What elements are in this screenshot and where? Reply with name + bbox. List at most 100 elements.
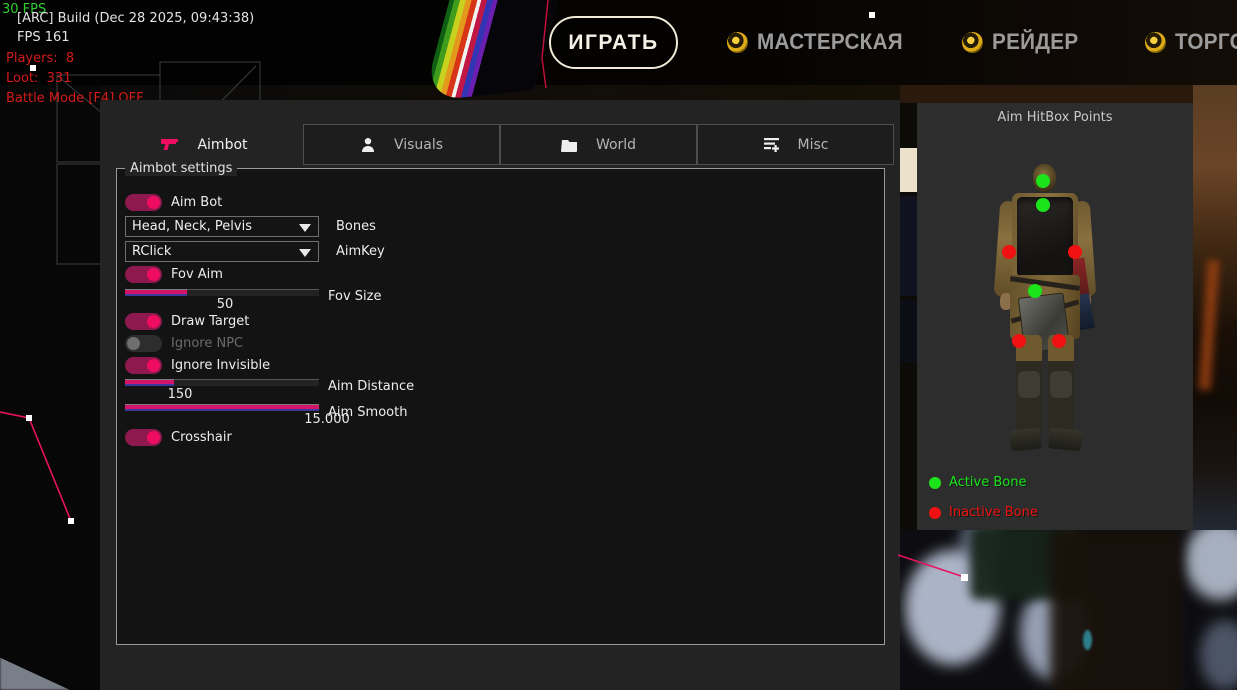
fov-size-value: 50 (217, 297, 234, 312)
aim-distance-row: 150 Aim Distance (125, 379, 319, 386)
legend-active-bone: Active Bone (929, 475, 1026, 490)
bone-dot-head[interactable] (1036, 174, 1050, 188)
person-icon (360, 137, 376, 153)
bone-dot-neck[interactable] (1036, 198, 1050, 212)
bone-dot-right-arm[interactable] (1068, 245, 1082, 259)
slider-fill (125, 404, 319, 411)
sliders-plus-icon (763, 137, 780, 152)
bones-dropdown-value: Head, Neck, Pelvis (132, 219, 252, 234)
bone-dot-left-arm[interactable] (1002, 245, 1016, 259)
game-world-window (900, 300, 917, 362)
game-world-window (900, 196, 917, 296)
crosshair-toggle[interactable] (125, 429, 162, 446)
toggle-knob (147, 359, 160, 372)
legend-label: Inactive Bone (949, 505, 1038, 520)
tab-aimbot[interactable]: Aimbot (106, 124, 303, 165)
tab-visuals[interactable]: Visuals (303, 124, 500, 165)
dark-structure (1050, 530, 1180, 690)
red-dot-icon (929, 507, 941, 519)
game-screen: { "hud": { "fps_overlay": "30 FPS", "bui… (0, 0, 1237, 690)
menu-item-trader[interactable]: ТОРГО (1145, 29, 1237, 55)
coin-icon (962, 32, 983, 53)
light-blob (1200, 620, 1237, 690)
fov-size-slider[interactable] (125, 289, 319, 296)
bones-dropdown[interactable]: Head, Neck, Pelvis (125, 216, 319, 237)
model-left-boot (1009, 427, 1042, 451)
aimkey-label: AimKey (336, 244, 385, 259)
aim-smooth-label: Aim Smooth (328, 405, 407, 420)
toggle-knob (127, 337, 140, 350)
model-left-kneepad (1018, 371, 1040, 398)
toggle-knob (147, 196, 160, 209)
menu-item-label: ТОРГО (1175, 29, 1237, 55)
crosshair-row: Crosshair (125, 429, 162, 446)
crosshair-label: Crosshair (171, 430, 232, 445)
legend-inactive-bone: Inactive Bone (929, 505, 1038, 520)
aimkey-row: RClick AimKey (125, 241, 319, 262)
fps-counter: FPS 161 (17, 31, 70, 44)
draw-target-toggle[interactable] (125, 313, 162, 330)
ignore-invisible-row: Ignore Invisible (125, 357, 162, 374)
green-dot-icon (929, 477, 941, 489)
model-right-kneepad (1050, 371, 1072, 398)
coin-icon (727, 32, 748, 53)
menu-item-label: РЕЙДЕР (992, 29, 1078, 55)
cyan-item (1083, 630, 1092, 650)
legend-label: Active Bone (949, 475, 1026, 490)
tab-misc[interactable]: Misc (697, 124, 894, 165)
fov-aim-label: Fov Aim (171, 267, 223, 282)
bone-dot-pelvis[interactable] (1028, 284, 1042, 298)
fov-aim-toggle[interactable] (125, 266, 162, 283)
build-info: [ARC] Build (Dec 28 2025, 09:43:38) (17, 12, 254, 25)
aimkey-dropdown-value: RClick (132, 244, 171, 259)
light-blob (1185, 530, 1237, 600)
bone-dot-right-knee[interactable] (1052, 334, 1066, 348)
players-counter: Players: 8 (6, 52, 74, 65)
chevron-down-icon (299, 249, 311, 257)
draw-target-row: Draw Target (125, 313, 162, 330)
aimkey-dropdown[interactable]: RClick (125, 241, 319, 262)
aim-distance-slider[interactable] (125, 379, 319, 386)
bone-dot-left-knee[interactable] (1012, 334, 1026, 348)
bones-label: Bones (336, 219, 376, 234)
fov-size-row: 50 Fov Size (125, 289, 319, 296)
ignore-invisible-label: Ignore Invisible (171, 358, 270, 373)
play-button[interactable]: ИГРАТЬ (549, 16, 678, 69)
game-world-bottom (900, 530, 1237, 690)
slider-fill (125, 379, 174, 386)
game-world-strip-right (900, 85, 1237, 103)
bones-row: Head, Neck, Pelvis Bones (125, 216, 319, 237)
ignore-npc-toggle[interactable] (125, 335, 162, 352)
cheat-menu-panel: Aimbot Visuals World Misc Aimbot setting… (100, 100, 900, 690)
fov-aim-row: Fov Aim (125, 266, 162, 283)
draw-target-label: Draw Target (171, 314, 249, 329)
ignore-npc-row: Ignore NPC (125, 335, 162, 352)
ignore-invisible-toggle[interactable] (125, 357, 162, 374)
game-world-left (0, 85, 100, 690)
aimbot-settings-group: Aimbot settings Aim Bot Head, Neck, Pelv… (116, 168, 885, 645)
toggle-knob (147, 431, 160, 444)
chevron-down-icon (299, 224, 311, 232)
menu-item-label: МАСТЕРСКАЯ (757, 29, 903, 55)
coin-icon (1145, 32, 1166, 53)
toggle-knob (147, 315, 160, 328)
group-title: Aimbot settings (125, 161, 237, 176)
aim-smooth-slider[interactable] (125, 404, 319, 411)
aim-distance-value: 150 (168, 387, 193, 402)
slider-fill (125, 289, 187, 296)
aim-bot-toggle[interactable] (125, 194, 162, 211)
loot-counter: Loot: 331 (6, 72, 71, 85)
aim-distance-label: Aim Distance (328, 379, 414, 394)
aim-bot-label: Aim Bot (171, 195, 222, 210)
game-world-building (900, 148, 917, 192)
fov-size-label: Fov Size (328, 289, 381, 304)
model-right-boot (1048, 427, 1083, 451)
tab-label: Misc (798, 137, 829, 153)
player-model-preview (917, 103, 1193, 530)
gun-icon (161, 138, 179, 152)
menu-item-raider[interactable]: РЕЙДЕР (962, 29, 1084, 55)
toggle-knob (147, 268, 160, 281)
menu-item-workshop[interactable]: МАСТЕРСКАЯ (727, 29, 912, 55)
tab-world[interactable]: World (500, 124, 697, 165)
play-button-label: ИГРАТЬ (568, 31, 658, 55)
